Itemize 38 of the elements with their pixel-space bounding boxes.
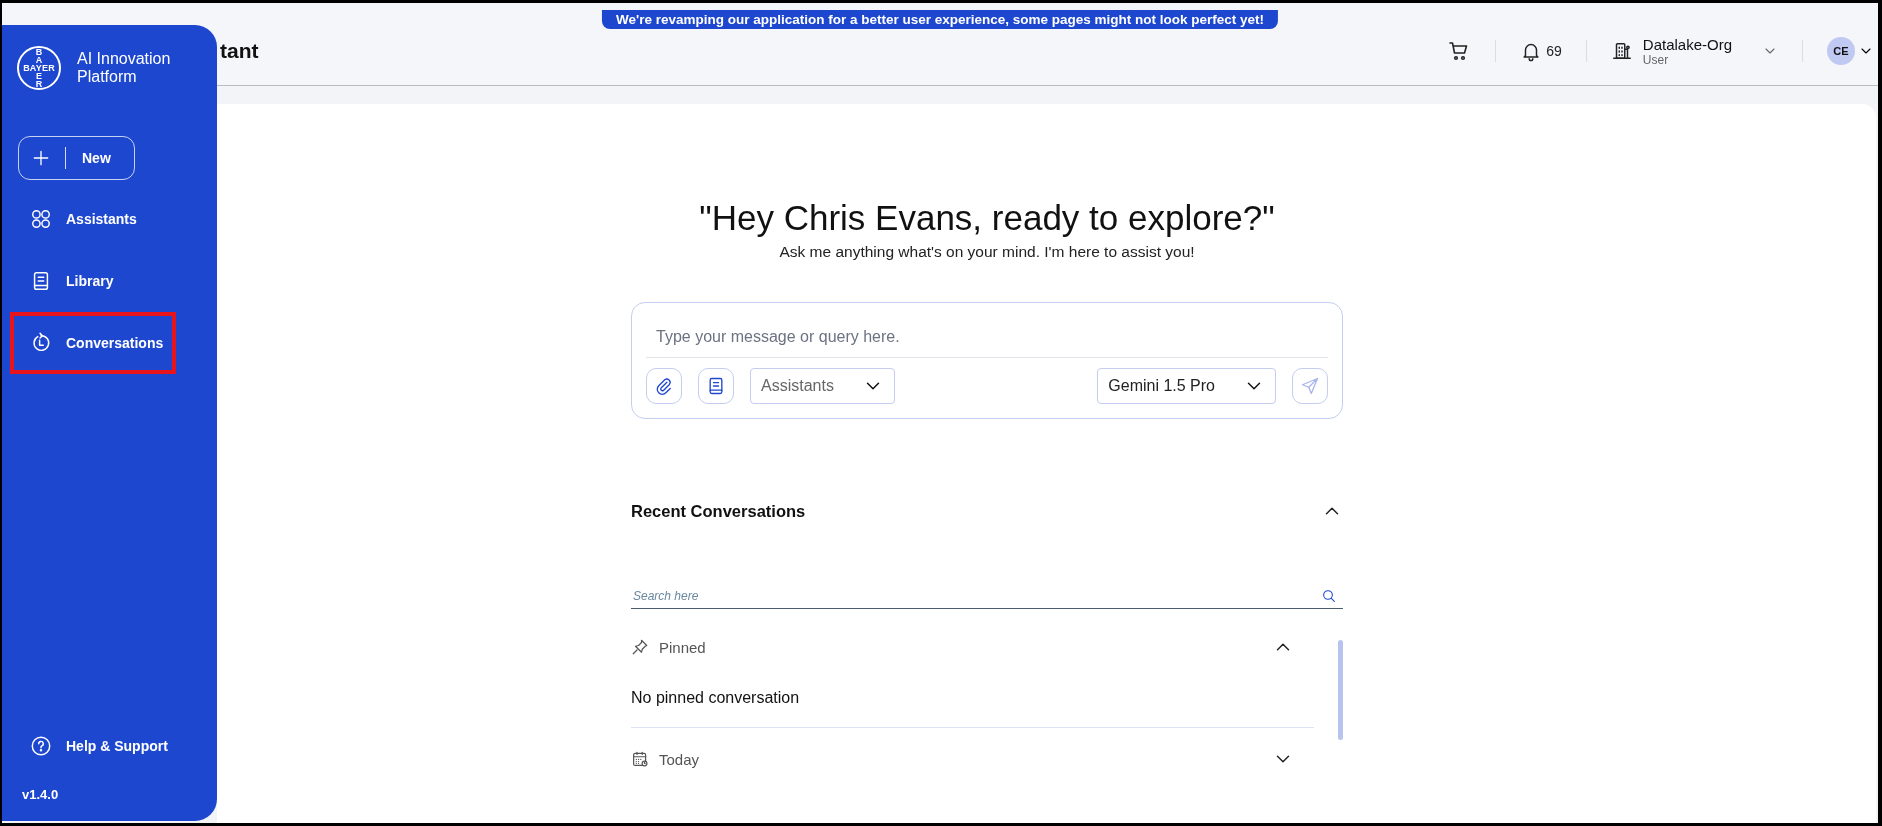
assistant-select[interactable]: Assistants [750,368,895,404]
greeting-subtitle: Ask me anything what's on your mind. I'm here to assist you! [779,242,1195,262]
account-menu[interactable]: CE [1827,37,1874,65]
version-label: v1.4.0 [21,787,60,802]
logo-text: BA [34,48,44,64]
attach-button[interactable] [646,368,682,404]
new-button[interactable]: New [18,136,135,180]
org-role: User [1642,52,1669,67]
send-icon [1300,376,1320,396]
model-select[interactable]: Gemini 1.5 Pro [1097,368,1276,404]
calendar-icon [631,750,649,768]
nav-item[interactable]: Library [10,250,176,312]
notice-banner: We're revamping our application for a better user experience, some pages might not look perfect yet! [601,10,1279,29]
org-name: Datalake-Org [1642,35,1732,53]
logo-text: BAYER [23,64,55,72]
search-icon [1321,588,1337,604]
nav-item[interactable]: Assistants [10,188,176,250]
avatar: CE [1827,37,1855,65]
paperclip-icon [654,376,674,396]
empty-message: No pinned conversation [631,686,1314,728]
nav-item[interactable]: Conversations [10,312,176,374]
greeting-heading: "Hey Chris Evans, ready to explore?" [699,197,1275,239]
group-label: Pinned [659,638,706,656]
library-button[interactable] [698,368,734,404]
plus-icon [31,148,51,168]
org-switcher[interactable]: Datalake-Org User [1610,35,1778,67]
notifications-button[interactable]: 69 [1520,40,1562,62]
group-label: Today [659,750,700,768]
section-title: Recent Conversations [631,501,806,521]
help-icon [30,735,52,757]
building-icon [1610,40,1633,62]
page-title: tant [220,39,259,63]
app-title: AI Innovation Platform [77,50,172,86]
history-icon [30,332,52,354]
logo-text: ER [34,72,44,88]
grid-icon [30,208,52,230]
pin-icon [631,638,649,656]
help-link[interactable]: Help & Support [2,735,217,757]
